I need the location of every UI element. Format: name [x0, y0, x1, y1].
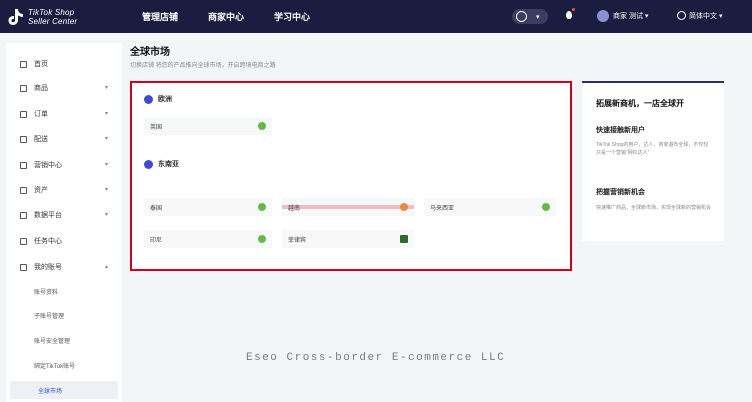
sidebar-item-label: 配送	[34, 136, 48, 143]
sidebar-item-data-platform[interactable]: 数据平台 ▾	[6, 205, 122, 225]
nav-seller-center[interactable]: 商家中心	[208, 10, 244, 23]
sidebar-sub-account-info[interactable]: 账号资料	[6, 282, 122, 300]
data-icon	[20, 211, 27, 219]
chevron-down-icon: ▾	[104, 212, 108, 218]
sidebar-item-label: 营销中心	[34, 162, 62, 169]
sidebar-sub-global-market[interactable]: 全球市场	[10, 381, 118, 399]
status-active-icon	[258, 122, 266, 130]
sidebar-item-label: 任务中心	[34, 238, 62, 245]
market-label: 菲律宾	[288, 238, 307, 244]
promo-heading-2: 把握营销新机会	[596, 189, 645, 196]
status-active-icon	[258, 235, 266, 243]
headset-icon	[516, 11, 527, 22]
sidebar-item-label: 资产	[34, 187, 48, 194]
promo-card: 拓展新商机，一店全球开 快速接触新用户 TikTok Shop的用户，达人、商家…	[582, 81, 724, 241]
promo-heading-1: 快速接触新用户	[596, 127, 645, 134]
market-thailand[interactable]: 泰国	[144, 198, 272, 216]
sidebar-item-orders[interactable]: 订单 ▾	[6, 104, 122, 124]
globe-icon	[144, 94, 153, 104]
chevron-down-icon: ▾	[104, 187, 108, 193]
region-europe: 欧洲	[144, 94, 172, 104]
market-malaysia[interactable]: 马来西亚	[424, 198, 556, 216]
chevron-down-icon: ▾	[104, 136, 108, 142]
sidebar-item-label: 订单	[34, 111, 48, 118]
region-southeast-asia: 东南亚	[144, 159, 179, 169]
market-uk[interactable]: 英国	[144, 117, 272, 135]
logo-line2: Seller Center	[28, 17, 78, 26]
help-dropdown[interactable]: ▾	[512, 9, 548, 24]
market-list-card: 欧洲 英国 东南亚 泰国 越南 马来西亚 印尼 菲律宾	[130, 81, 572, 271]
status-pending-icon	[400, 203, 408, 211]
chevron-down-icon: ▾	[104, 111, 108, 117]
sidebar-item-marketing[interactable]: 营销中心 ▾	[6, 155, 122, 175]
sidebar-item-assets[interactable]: 资产 ▾	[6, 180, 122, 200]
globe-icon	[144, 159, 153, 169]
sidebar-item-my-account[interactable]: 我的账号 ▴	[6, 257, 122, 277]
sidebar-item-label: 首页	[34, 61, 48, 68]
page-title: 全球市场	[130, 47, 170, 58]
tiktok-shop-logo[interactable]: TikTok Shop Seller Center	[8, 5, 77, 29]
logo-line1: TikTok Shop	[28, 8, 75, 17]
watermark: Eseo Cross-border E-commerce LLC	[246, 352, 506, 364]
globe-icon[interactable]	[677, 11, 686, 20]
sidebar-item-label: 我的账号	[34, 264, 62, 271]
notification-badge	[572, 8, 575, 11]
user-name-text: 商家 测试	[613, 13, 643, 20]
status-active-icon	[542, 203, 550, 211]
account-icon	[20, 263, 27, 271]
sidebar-item-home[interactable]: 首页	[6, 54, 122, 74]
page-subtitle: 切换店铺 将您的产品推向全球市场，开启跨境电商之路	[130, 63, 276, 69]
sidebar-item-shipping[interactable]: 配送 ▾	[6, 129, 122, 149]
order-icon	[20, 110, 27, 118]
sidebar-item-products[interactable]: 商品 ▾	[6, 78, 122, 98]
market-philippines[interactable]: 菲律宾	[282, 230, 414, 248]
sidebar-item-label: 商品	[34, 85, 48, 92]
sidebar-item-tasks[interactable]: 任务中心	[6, 231, 122, 251]
sidebar-item-label: 数据平台	[34, 212, 62, 219]
sidebar: 首页 商品 ▾ 订单 ▾ 配送 ▾ 营销中心 ▾ 资产 ▾ 数据平台 ▾ 任务中心 我的账号…	[6, 43, 122, 402]
highlight-bar	[282, 205, 414, 209]
logo-text: TikTok Shop Seller Center	[28, 8, 77, 26]
sidebar-sub-bind-tiktok[interactable]: 绑定TikTok账号	[6, 356, 122, 374]
status-closed-icon	[400, 235, 408, 243]
market-label: 马来西亚	[430, 206, 455, 212]
region-name: 欧洲	[158, 96, 172, 103]
avatar[interactable]	[597, 10, 609, 22]
product-icon	[20, 84, 27, 92]
top-bar: TikTok Shop Seller Center 管理店铺 商家中心 学习中心…	[0, 0, 752, 33]
top-nav: 管理店铺 商家中心 学习中心	[142, 0, 340, 33]
region-name: 东南亚	[158, 161, 179, 168]
user-name[interactable]: 商家 测试 ▾	[613, 11, 648, 21]
marketing-icon	[20, 161, 27, 169]
chevron-down-icon: ▾	[104, 162, 108, 168]
market-label: 越南	[288, 206, 301, 212]
language-select[interactable]: 简体中文 ▾	[689, 11, 722, 21]
promo-text-1: TikTok Shop的用户，达人、商家遍布全球，不仅仅只是一个营销“网红达人”	[596, 142, 709, 156]
market-label: 印尼	[150, 238, 163, 244]
sidebar-sub-security[interactable]: 账号安全管理	[6, 331, 122, 349]
nav-manage-store[interactable]: 管理店铺	[142, 10, 178, 23]
status-active-icon	[258, 203, 266, 211]
promo-title: 拓展新商机，一店全球开	[596, 99, 684, 108]
nav-learning-center[interactable]: 学习中心	[274, 10, 310, 23]
notification-icon[interactable]	[566, 11, 572, 19]
sidebar-sub-subaccounts[interactable]: 子账号管理	[6, 306, 122, 324]
language-text: 简体中文	[689, 13, 717, 20]
assets-icon	[20, 186, 27, 194]
home-icon	[20, 60, 27, 68]
chevron-down-icon: ▾	[536, 14, 540, 21]
market-vietnam[interactable]: 越南	[282, 198, 414, 216]
promo-text-2: 快速推广商品，全球新市场，实现全球新的营销机会	[596, 205, 712, 211]
chevron-down-icon: ▾	[104, 85, 108, 91]
market-label: 泰国	[150, 206, 163, 212]
market-indonesia[interactable]: 印尼	[144, 230, 272, 248]
shipping-icon	[20, 135, 27, 143]
tiktok-logo-icon	[8, 9, 23, 25]
market-label: 英国	[150, 125, 163, 131]
task-icon	[20, 237, 27, 245]
chevron-up-icon: ▴	[104, 264, 108, 270]
